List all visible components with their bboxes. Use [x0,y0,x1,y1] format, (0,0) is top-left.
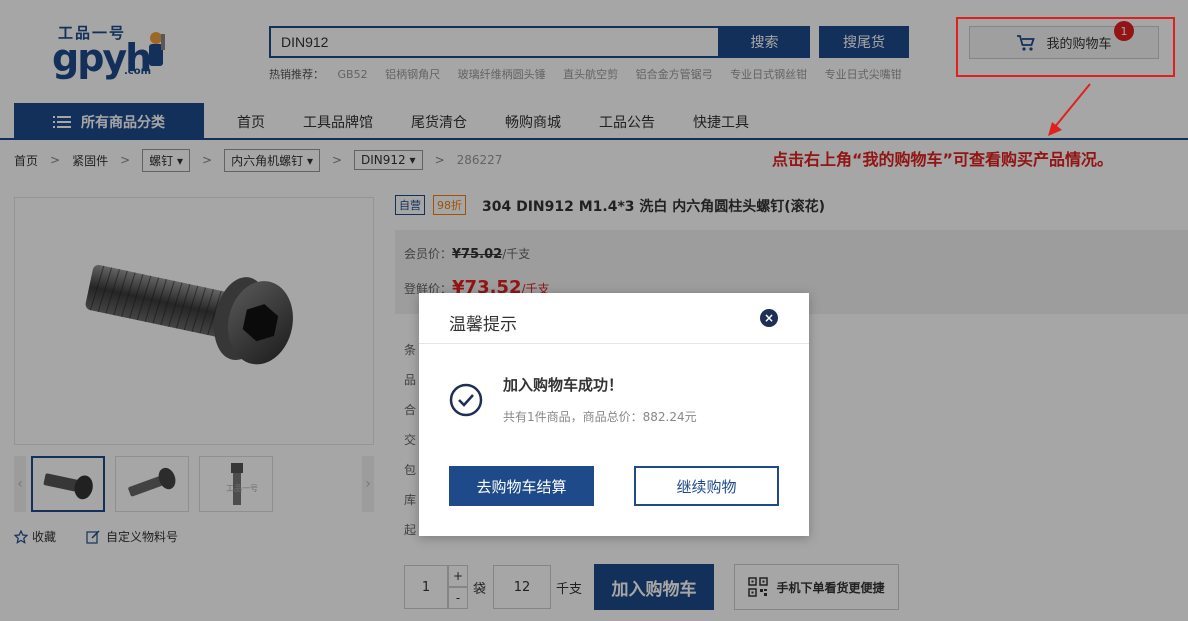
cart-highlight-box [956,17,1175,77]
continue-shopping-button[interactable]: 继续购物 [634,466,779,506]
dialog-divider [419,343,809,344]
go-to-cart-checkout-button[interactable]: 去购物车结算 [449,466,594,506]
dialog-title: 温馨提示 [449,315,517,335]
dialog-close-button[interactable]: × [760,309,778,327]
annotation-arrow-icon [1048,83,1091,136]
check-circle-icon [449,383,483,417]
success-summary: 共有1件商品，商品总价：882.24元 [503,410,697,424]
success-title: 加入购物车成功！ [503,376,624,394]
cart-success-dialog: 温馨提示 × 加入购物车成功！ 共有1件商品，商品总价：882.24元 去购物车… [419,293,809,536]
close-icon: × [763,311,775,325]
